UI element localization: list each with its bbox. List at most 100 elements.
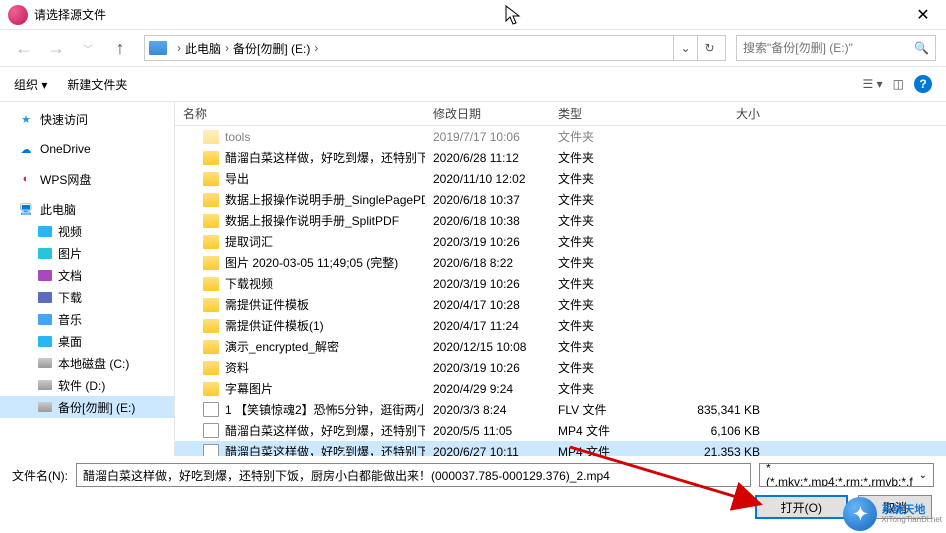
close-button[interactable]: ✕ xyxy=(902,0,944,30)
toolbar: 组织 ▾ 新建文件夹 ☰ ▾ ◫ ? xyxy=(0,66,946,102)
tree-documents[interactable]: 文档 xyxy=(0,264,174,286)
folder-icon xyxy=(203,130,219,144)
folder-icon xyxy=(203,319,219,333)
file-size: 21,353 KB xyxy=(660,445,780,457)
file-type: MP4 文件 xyxy=(550,443,660,456)
navbar: ← → ﹀ ↑ › 此电脑 › 备份[勿删] (E:) › ⌄ ↻ 🔍 xyxy=(0,30,946,66)
folder-icon xyxy=(203,340,219,354)
folder-icon xyxy=(203,382,219,396)
file-name: 醋溜白菜这样做，好吃到爆，还特别下饭... xyxy=(225,443,425,456)
col-name-header[interactable]: 名称 xyxy=(175,105,425,122)
col-size-header[interactable]: 大小 xyxy=(660,105,780,122)
tree-videos[interactable]: 视频 xyxy=(0,220,174,242)
tree-drive-c[interactable]: 本地磁盘 (C:) xyxy=(0,352,174,374)
tree-thispc[interactable]: 🖥此电脑 xyxy=(0,198,174,220)
breadcrumb[interactable]: › 此电脑 › 备份[勿删] (E:) › ⌄ ↻ xyxy=(144,35,726,61)
help-button[interactable]: ? xyxy=(914,75,932,93)
chevron-down-icon: ⌄ xyxy=(919,470,927,481)
file-type: MP4 文件 xyxy=(550,422,660,439)
file-list[interactable]: 名称 修改日期 类型 大小 tools2019/7/17 10:06文件夹醋溜白… xyxy=(175,102,946,456)
col-date-header[interactable]: 修改日期 xyxy=(425,105,550,122)
breadcrumb-pc[interactable]: 此电脑 xyxy=(185,40,221,57)
tree-downloads[interactable]: 下载 xyxy=(0,286,174,308)
file-row[interactable]: 醋溜白菜这样做，好吃到爆，还特别下2020/6/28 11:12文件夹 xyxy=(175,147,946,168)
folder-icon xyxy=(203,172,219,186)
open-button[interactable]: 打开(O) xyxy=(755,495,848,519)
file-row[interactable]: 提取词汇2020/3/19 10:26文件夹 xyxy=(175,231,946,252)
folder-icon xyxy=(203,256,219,270)
file-date: 2020/4/17 11:24 xyxy=(425,319,550,333)
breadcrumb-drive[interactable]: 备份[勿删] (E:) xyxy=(233,40,310,57)
file-row[interactable]: 数据上报操作说明手册_SinglePagePDF2020/6/18 10:37文… xyxy=(175,189,946,210)
file-type: 文件夹 xyxy=(550,254,660,271)
titlebar: 请选择源文件 ✕ xyxy=(0,0,946,30)
back-button[interactable]: ← xyxy=(10,34,38,62)
chevron-right-icon[interactable]: › xyxy=(225,41,229,55)
file-name: 演示_encrypted_解密 xyxy=(225,338,339,355)
file-icon xyxy=(203,444,219,456)
file-name: 数据上报操作说明手册_SplitPDF xyxy=(225,212,399,229)
search-box[interactable]: 🔍 xyxy=(736,35,936,61)
newfolder-button[interactable]: 新建文件夹 xyxy=(67,76,127,93)
file-date: 2020/3/19 10:26 xyxy=(425,235,550,249)
nav-tree[interactable]: ★快速访问 ☁OneDrive ◐WPS网盘 🖥此电脑 视频 图片 文档 下载 … xyxy=(0,102,175,456)
cloud-icon: ☁ xyxy=(18,141,34,157)
file-date: 2020/6/18 10:38 xyxy=(425,214,550,228)
file-date: 2020/4/29 9:24 xyxy=(425,382,550,396)
chevron-right-icon[interactable]: › xyxy=(177,41,181,55)
tree-drive-d[interactable]: 软件 (D:) xyxy=(0,374,174,396)
file-row[interactable]: 醋溜白菜这样做，好吃到爆，还特别下饭...2020/6/27 10:11MP4 … xyxy=(175,441,946,456)
watermark-icon: ✦ xyxy=(843,497,877,531)
file-row[interactable]: 演示_encrypted_解密2020/12/15 10:08文件夹 xyxy=(175,336,946,357)
file-date: 2020/3/19 10:26 xyxy=(425,277,550,291)
file-type: 文件夹 xyxy=(550,149,660,166)
tree-quick-access[interactable]: ★快速访问 xyxy=(0,108,174,130)
up-button[interactable]: ↑ xyxy=(106,34,134,62)
search-input[interactable] xyxy=(743,41,914,55)
tree-wps[interactable]: ◐WPS网盘 xyxy=(0,168,174,190)
file-size: 6,106 KB xyxy=(660,424,780,438)
file-type: 文件夹 xyxy=(550,170,660,187)
file-date: 2020/6/18 8:22 xyxy=(425,256,550,270)
file-row[interactable]: 醋溜白菜这样做，好吃到爆，还特别下饭...2020/5/5 11:05MP4 文… xyxy=(175,420,946,441)
file-date: 2020/6/28 11:12 xyxy=(425,151,550,165)
breadcrumb-dropdown[interactable]: ⌄ xyxy=(673,36,697,60)
recent-dropdown[interactable]: ﹀ xyxy=(74,34,102,62)
organize-menu[interactable]: 组织 ▾ xyxy=(14,76,47,93)
search-icon[interactable]: 🔍 xyxy=(914,41,929,55)
file-type: 文件夹 xyxy=(550,128,660,145)
filetype-filter[interactable]: * (*.mkv;*.mp4;*.rm;*.rmvb;*.f⌄ xyxy=(759,463,934,487)
file-name: 图片 2020-03-05 11;49;05 (完整) xyxy=(225,254,398,271)
file-row[interactable]: 需提供证件模板2020/4/17 10:28文件夹 xyxy=(175,294,946,315)
refresh-button[interactable]: ↻ xyxy=(697,36,721,60)
file-row[interactable]: 数据上报操作说明手册_SplitPDF 2020/6/18 10:38文件夹 xyxy=(175,210,946,231)
file-row[interactable]: 字幕图片2020/4/29 9:24文件夹 xyxy=(175,378,946,399)
file-name: 1 【笑镇惊魂2】恐怖5分钟，逛街两小时... xyxy=(225,401,425,418)
file-name: 字幕图片 xyxy=(225,380,273,397)
file-row[interactable]: 导出2020/11/10 12:02文件夹 xyxy=(175,168,946,189)
file-date: 2020/4/17 10:28 xyxy=(425,298,550,312)
file-row[interactable]: tools2019/7/17 10:06文件夹 xyxy=(175,126,946,147)
file-row[interactable]: 图片 2020-03-05 11;49;05 (完整) 2020/6/18 8:2… xyxy=(175,252,946,273)
view-mode-button[interactable]: ☰ ▾ xyxy=(863,77,883,91)
tree-desktop[interactable]: 桌面 xyxy=(0,330,174,352)
folder-icon xyxy=(38,336,52,347)
file-row[interactable]: 需提供证件模板(1)2020/4/17 11:24文件夹 xyxy=(175,315,946,336)
tree-music[interactable]: 音乐 xyxy=(0,308,174,330)
col-type-header[interactable]: 类型 xyxy=(550,105,660,122)
preview-pane-button[interactable]: ◫ xyxy=(893,77,904,91)
star-icon: ★ xyxy=(18,111,34,127)
forward-button[interactable]: → xyxy=(42,34,70,62)
file-type: 文件夹 xyxy=(550,212,660,229)
file-name: 醋溜白菜这样做，好吃到爆，还特别下 xyxy=(225,149,425,166)
file-name: 导出 xyxy=(225,170,249,187)
tree-pictures[interactable]: 图片 xyxy=(0,242,174,264)
file-name: tools xyxy=(225,130,250,144)
filename-input[interactable] xyxy=(76,463,751,487)
file-row[interactable]: 资料2020/3/19 10:26文件夹 xyxy=(175,357,946,378)
tree-onedrive[interactable]: ☁OneDrive xyxy=(0,138,174,160)
chevron-right-icon[interactable]: › xyxy=(314,41,318,55)
file-row[interactable]: 下载视频2020/3/19 10:26文件夹 xyxy=(175,273,946,294)
tree-drive-e[interactable]: 备份[勿删] (E:) xyxy=(0,396,174,418)
file-row[interactable]: 1 【笑镇惊魂2】恐怖5分钟，逛街两小时...2020/3/3 8:24FLV … xyxy=(175,399,946,420)
